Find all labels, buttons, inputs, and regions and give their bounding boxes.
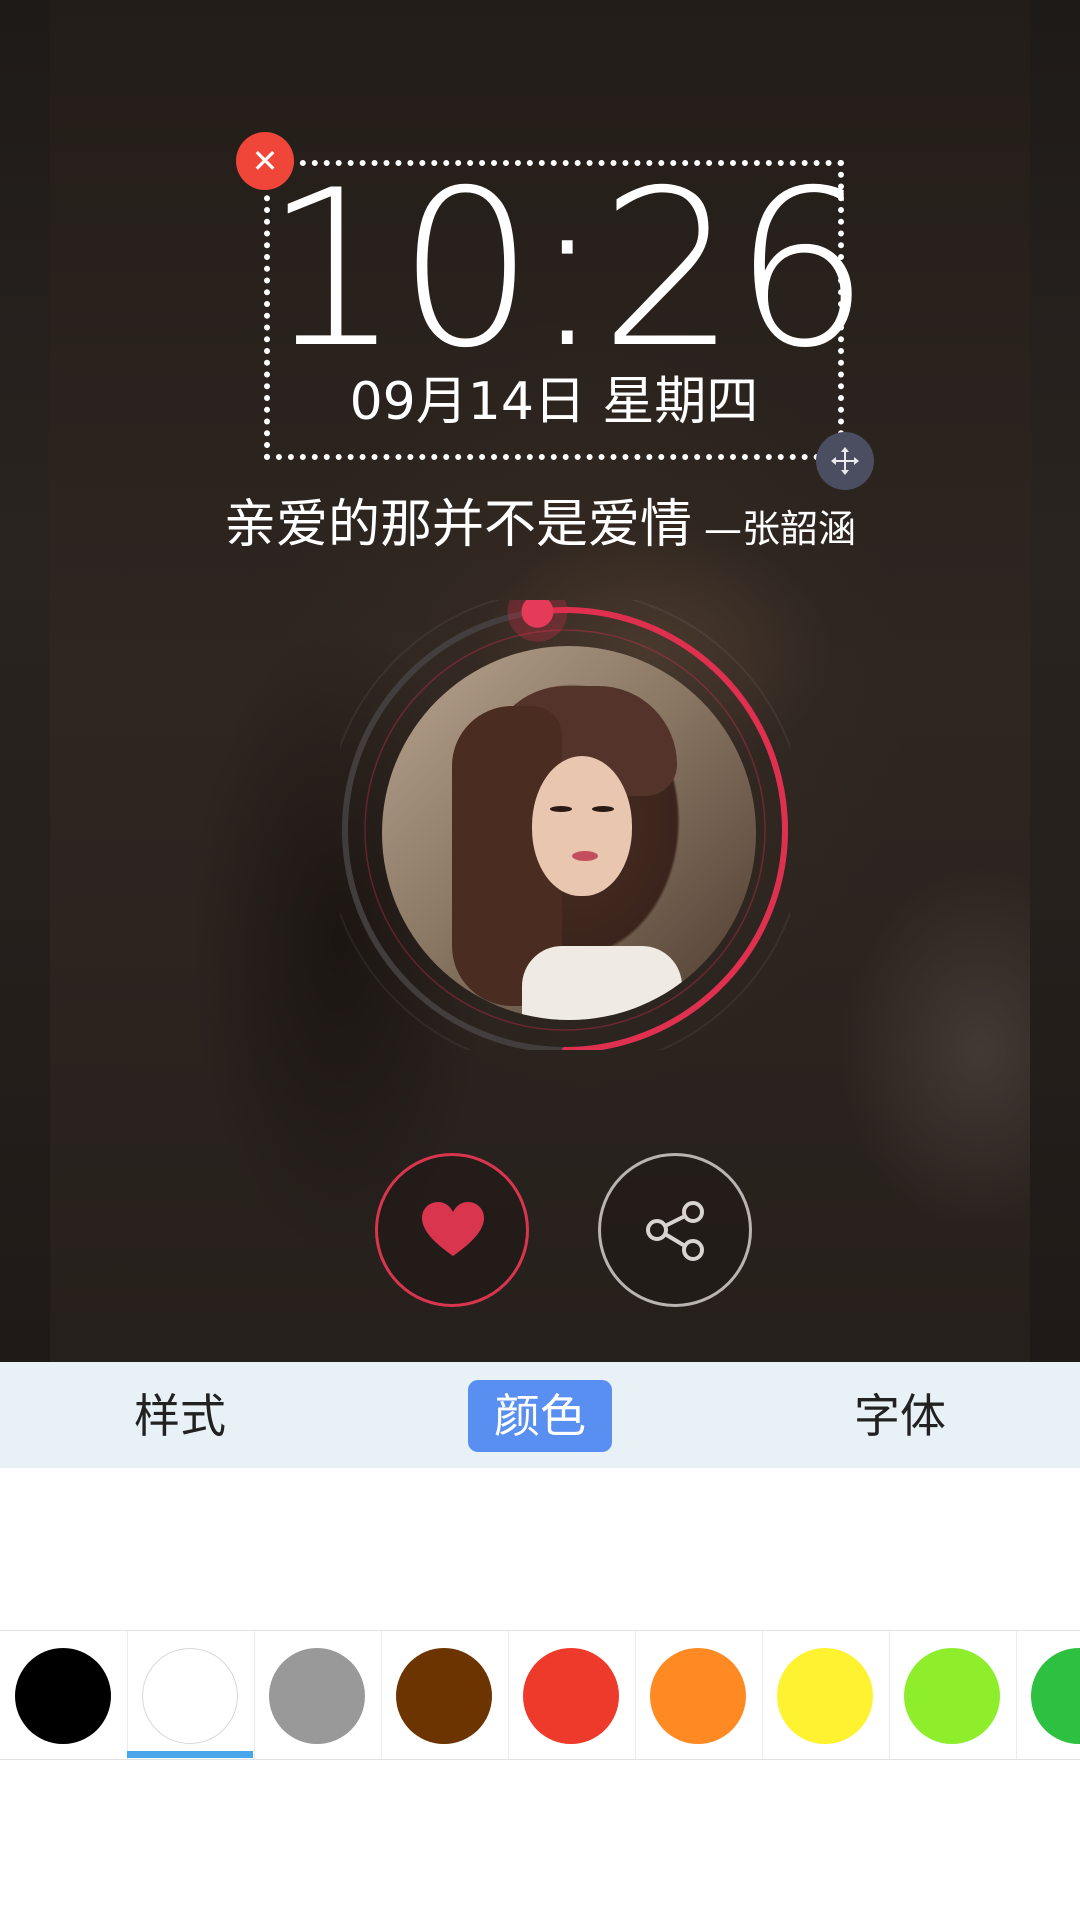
color-swatch[interactable] (904, 1648, 1000, 1744)
color-swatch-cell[interactable] (635, 1631, 763, 1759)
color-swatch-cell[interactable] (762, 1631, 890, 1759)
color-swatch-cell[interactable] (127, 1631, 255, 1759)
clock-date: 09月14日 星期四 (349, 372, 759, 432)
like-button[interactable] (375, 1153, 529, 1307)
color-swatch[interactable] (142, 1648, 238, 1744)
tab-color[interactable]: 颜色 (468, 1380, 612, 1452)
color-swatch[interactable] (777, 1648, 873, 1744)
color-swatch[interactable] (650, 1648, 746, 1744)
editor-tab-bar: 样式 颜色 字体 (0, 1362, 1080, 1468)
lockscreen-preview: 10:26 09月14日 星期四 ✕ 亲爱的那并不是爱情 —张韶涵 (0, 0, 1080, 1362)
tab-font[interactable]: 字体 (850, 1380, 950, 1452)
color-swatch[interactable] (269, 1648, 365, 1744)
color-swatch-cell[interactable] (381, 1631, 509, 1759)
song-artist: —张韶涵 (704, 507, 857, 551)
selected-swatch-indicator (127, 1751, 253, 1758)
color-swatch-cell[interactable] (254, 1631, 382, 1759)
color-swatch[interactable] (523, 1648, 619, 1744)
color-swatch[interactable] (396, 1648, 492, 1744)
color-swatch-strip[interactable] (0, 1630, 1080, 1760)
share-icon (646, 1201, 704, 1261)
tab-style[interactable]: 样式 (130, 1380, 230, 1452)
song-quote: 亲爱的那并不是爱情 —张韶涵 (0, 482, 1080, 557)
color-swatch-cell[interactable] (0, 1631, 128, 1759)
close-icon[interactable]: ✕ (236, 132, 294, 190)
color-swatch[interactable] (1031, 1648, 1080, 1744)
heart-icon (422, 1202, 484, 1256)
color-swatch[interactable] (15, 1648, 111, 1744)
song-lyric: 亲爱的那并不是爱情 (223, 495, 692, 555)
color-swatch-cell[interactable] (1016, 1631, 1080, 1759)
clock-time: 10:26 (264, 144, 870, 395)
share-button[interactable] (598, 1153, 752, 1307)
album-cover (382, 646, 756, 1020)
color-swatch-cell[interactable] (508, 1631, 636, 1759)
color-swatch-cell[interactable] (889, 1631, 1017, 1759)
